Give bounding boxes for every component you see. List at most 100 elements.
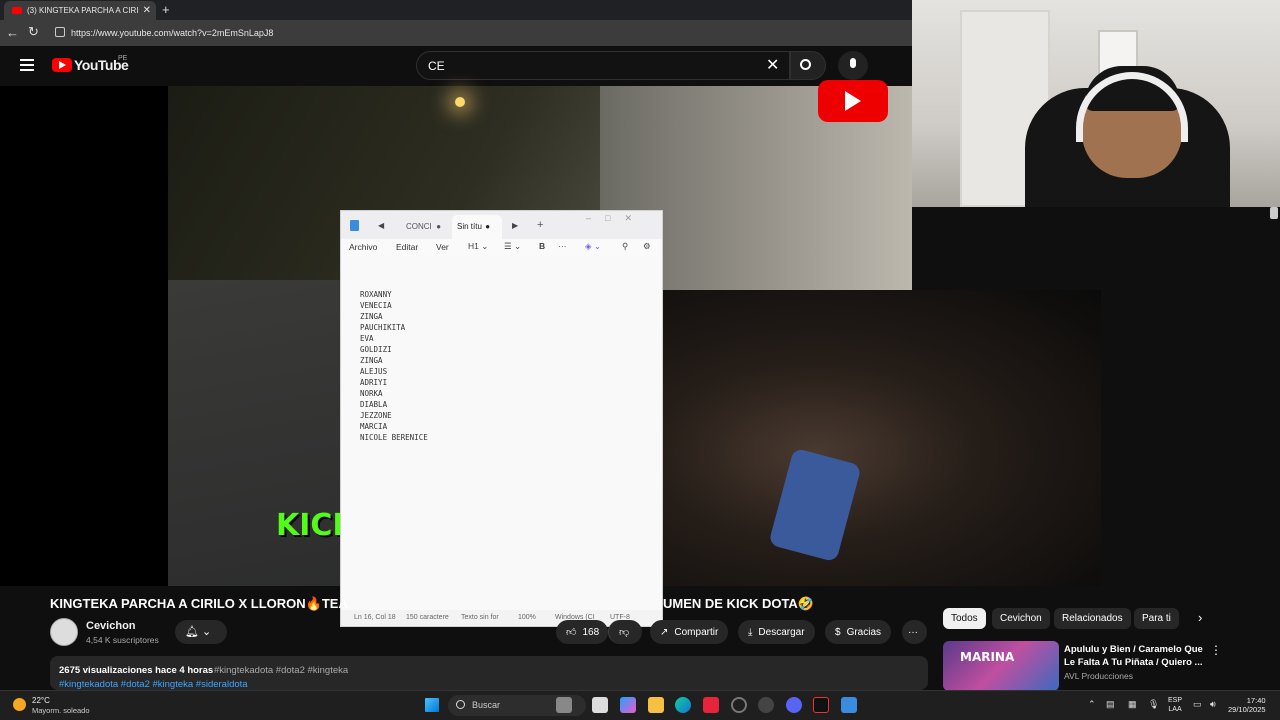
recommended-title[interactable]: Apululu y Bien / Caramelo Que Le Falta A… bbox=[1064, 643, 1204, 669]
menu-ver[interactable]: Ver bbox=[436, 242, 449, 252]
volume-icon[interactable]: 🔊︎ bbox=[1210, 699, 1216, 710]
lang-line-1: ESP bbox=[1168, 697, 1183, 704]
channel-name[interactable]: Cevichon bbox=[86, 620, 136, 632]
maximize-icon[interactable]: □ bbox=[605, 213, 624, 223]
menu-archivo[interactable]: Archivo bbox=[349, 242, 377, 252]
settings-gear-icon[interactable]: ⚙ bbox=[643, 241, 651, 252]
search-box[interactable] bbox=[416, 51, 790, 80]
list-tool-icon[interactable]: ☰ ⌄ bbox=[504, 241, 521, 252]
bold-tool[interactable]: B bbox=[539, 241, 545, 251]
tab-title: (3) KINGTEKA PARCHA A CIRILO X LLORON bbox=[27, 6, 138, 15]
dislike-button[interactable]: 👎︎ bbox=[608, 620, 642, 644]
notepad-tab-1[interactable]: CONCI ● bbox=[401, 215, 451, 237]
windows-start-icon[interactable] bbox=[425, 698, 439, 712]
text-format[interactable]: Texto sin for bbox=[461, 614, 499, 621]
chip-todos[interactable]: Todos bbox=[943, 608, 986, 629]
bell-icon: 🔔︎ bbox=[185, 626, 199, 638]
hashtags-line-1[interactable]: #kingtekadota #dota2 #kingteka bbox=[214, 665, 348, 676]
notepad-app-icon bbox=[350, 220, 359, 231]
capcut-icon[interactable] bbox=[813, 697, 829, 713]
clock-time: 17:40 bbox=[1246, 696, 1266, 705]
notepad-text-area[interactable]: ROXANNY VENECIA ZINGA PAUCHIKITA EVA GOL… bbox=[360, 289, 428, 443]
recommended-channel[interactable]: AVL Producciones bbox=[1064, 671, 1133, 681]
notepad-tab-1-label: CONCI bbox=[406, 222, 432, 231]
share-button[interactable]: ↗ Compartir bbox=[650, 620, 729, 644]
window-controls[interactable]: –□✕ bbox=[586, 213, 646, 224]
site-info-icon[interactable] bbox=[55, 27, 65, 37]
network-icon[interactable]: ▭ bbox=[1193, 699, 1202, 710]
tray-app-icon[interactable]: ▦ bbox=[1128, 699, 1137, 710]
clear-search-icon[interactable]: ✕ bbox=[766, 55, 779, 75]
new-tab-icon[interactable]: + bbox=[162, 2, 170, 17]
text-line: NORKA bbox=[360, 389, 383, 398]
tab-scroll-left-icon[interactable]: ◀ bbox=[378, 221, 384, 230]
more-options-icon[interactable]: ··· bbox=[558, 241, 567, 251]
text-line: DIABLA bbox=[360, 400, 388, 409]
account-icon[interactable]: ⚲ bbox=[622, 241, 628, 252]
app-circle-icon[interactable] bbox=[731, 697, 747, 713]
obs-icon[interactable] bbox=[758, 697, 774, 713]
notepad-menubar bbox=[341, 239, 662, 257]
youtube-logo-icon[interactable] bbox=[52, 58, 72, 72]
notification-bell-button[interactable]: 🔔︎ ⌄ bbox=[175, 620, 227, 644]
download-button[interactable]: ⤓ Descargar bbox=[738, 620, 815, 644]
zoom-level: 100% bbox=[518, 614, 536, 621]
edge-browser-icon[interactable] bbox=[675, 697, 691, 713]
thumbnail-text: MARINA bbox=[960, 650, 1015, 664]
chevron-down-icon: ⌄ bbox=[481, 241, 489, 251]
new-notepad-tab-icon[interactable]: + bbox=[537, 219, 543, 231]
weather-sun-icon[interactable] bbox=[13, 698, 26, 711]
more-actions-button[interactable]: ··· bbox=[902, 620, 927, 644]
like-button[interactable]: 👍︎ 168 bbox=[556, 620, 608, 644]
input-language[interactable]: ESP LAA bbox=[1168, 696, 1182, 714]
menu-editar[interactable]: Editar bbox=[396, 242, 418, 252]
taskbar-clock[interactable]: 17:40 29/10/2025 bbox=[1228, 696, 1266, 714]
chip-relacionados[interactable]: Relacionados bbox=[1054, 608, 1131, 629]
notepad-taskbar-icon[interactable] bbox=[841, 697, 857, 713]
reload-icon[interactable]: ↻ bbox=[28, 24, 39, 40]
tray-app-icon[interactable]: ▤ bbox=[1106, 699, 1115, 710]
share-icon: ↗ bbox=[660, 626, 669, 638]
chip-cevichon[interactable]: Cevichon bbox=[992, 608, 1050, 629]
recommended-thumbnail[interactable] bbox=[943, 641, 1059, 691]
hamburger-menu-icon[interactable] bbox=[20, 59, 34, 71]
notepad-tab-2[interactable]: Sin títu ● bbox=[452, 215, 502, 239]
task-view-icon[interactable] bbox=[556, 697, 572, 713]
thanks-button[interactable]: $ Gracias bbox=[825, 620, 892, 644]
hashtags-line-2[interactable]: #kingtekadota #dota2 #kingteka #siderald… bbox=[59, 679, 248, 690]
chevron-right-icon[interactable]: › bbox=[1198, 610, 1202, 625]
tray-chevron-up-icon[interactable]: ⌃ bbox=[1088, 699, 1096, 710]
right-sidebar-area bbox=[1101, 207, 1280, 587]
back-arrow-icon[interactable]: ← bbox=[6, 25, 19, 40]
close-tab-icon[interactable]: ✕ bbox=[143, 5, 151, 16]
country-code: PE bbox=[118, 55, 128, 62]
files-app-icon[interactable] bbox=[592, 697, 608, 713]
clock-date: 29/10/2025 bbox=[1228, 705, 1266, 714]
minimize-icon[interactable]: – bbox=[586, 213, 605, 223]
video-frame-car bbox=[663, 290, 1101, 586]
discord-icon[interactable] bbox=[786, 697, 802, 713]
copilot-app-icon[interactable] bbox=[620, 697, 636, 713]
temperature[interactable]: 22°C bbox=[32, 696, 50, 705]
channel-avatar[interactable] bbox=[50, 618, 78, 646]
vertical-dots-icon[interactable]: ⋮ bbox=[1210, 643, 1222, 657]
tray-mic-icon[interactable]: 🎙︎ bbox=[1148, 699, 1159, 710]
text-line: ROXANNY bbox=[360, 290, 392, 299]
chip-para-ti[interactable]: Para ti bbox=[1134, 608, 1179, 629]
url-field[interactable]: https://www.youtube.com/watch?v=2mEmSnLa… bbox=[71, 28, 273, 38]
tab-scroll-right-icon[interactable]: ▶ bbox=[512, 221, 518, 230]
scrollbar-thumb[interactable] bbox=[1270, 207, 1278, 219]
browser-tab[interactable]: (3) KINGTEKA PARCHA A CIRILO X LLORON ✕ bbox=[4, 1, 156, 20]
copilot-icon[interactable]: ◈ ⌄ bbox=[585, 241, 601, 252]
brave-browser-icon[interactable] bbox=[703, 697, 719, 713]
file-explorer-icon[interactable] bbox=[648, 697, 664, 713]
search-icon bbox=[456, 700, 465, 709]
text-line: ADRIYI bbox=[360, 378, 388, 387]
weather-desc[interactable]: Mayorm. soleado bbox=[32, 706, 90, 715]
search-input[interactable]: CE bbox=[428, 59, 445, 73]
close-window-icon[interactable]: ✕ bbox=[624, 213, 646, 223]
heading-tool[interactable]: H1 ⌄ bbox=[468, 241, 488, 252]
subscriber-count: 4,54 K suscriptores bbox=[86, 635, 159, 645]
text-line: ZINGA bbox=[360, 312, 383, 321]
view-count: 2675 visualizaciones hace 4 horas bbox=[59, 665, 214, 676]
